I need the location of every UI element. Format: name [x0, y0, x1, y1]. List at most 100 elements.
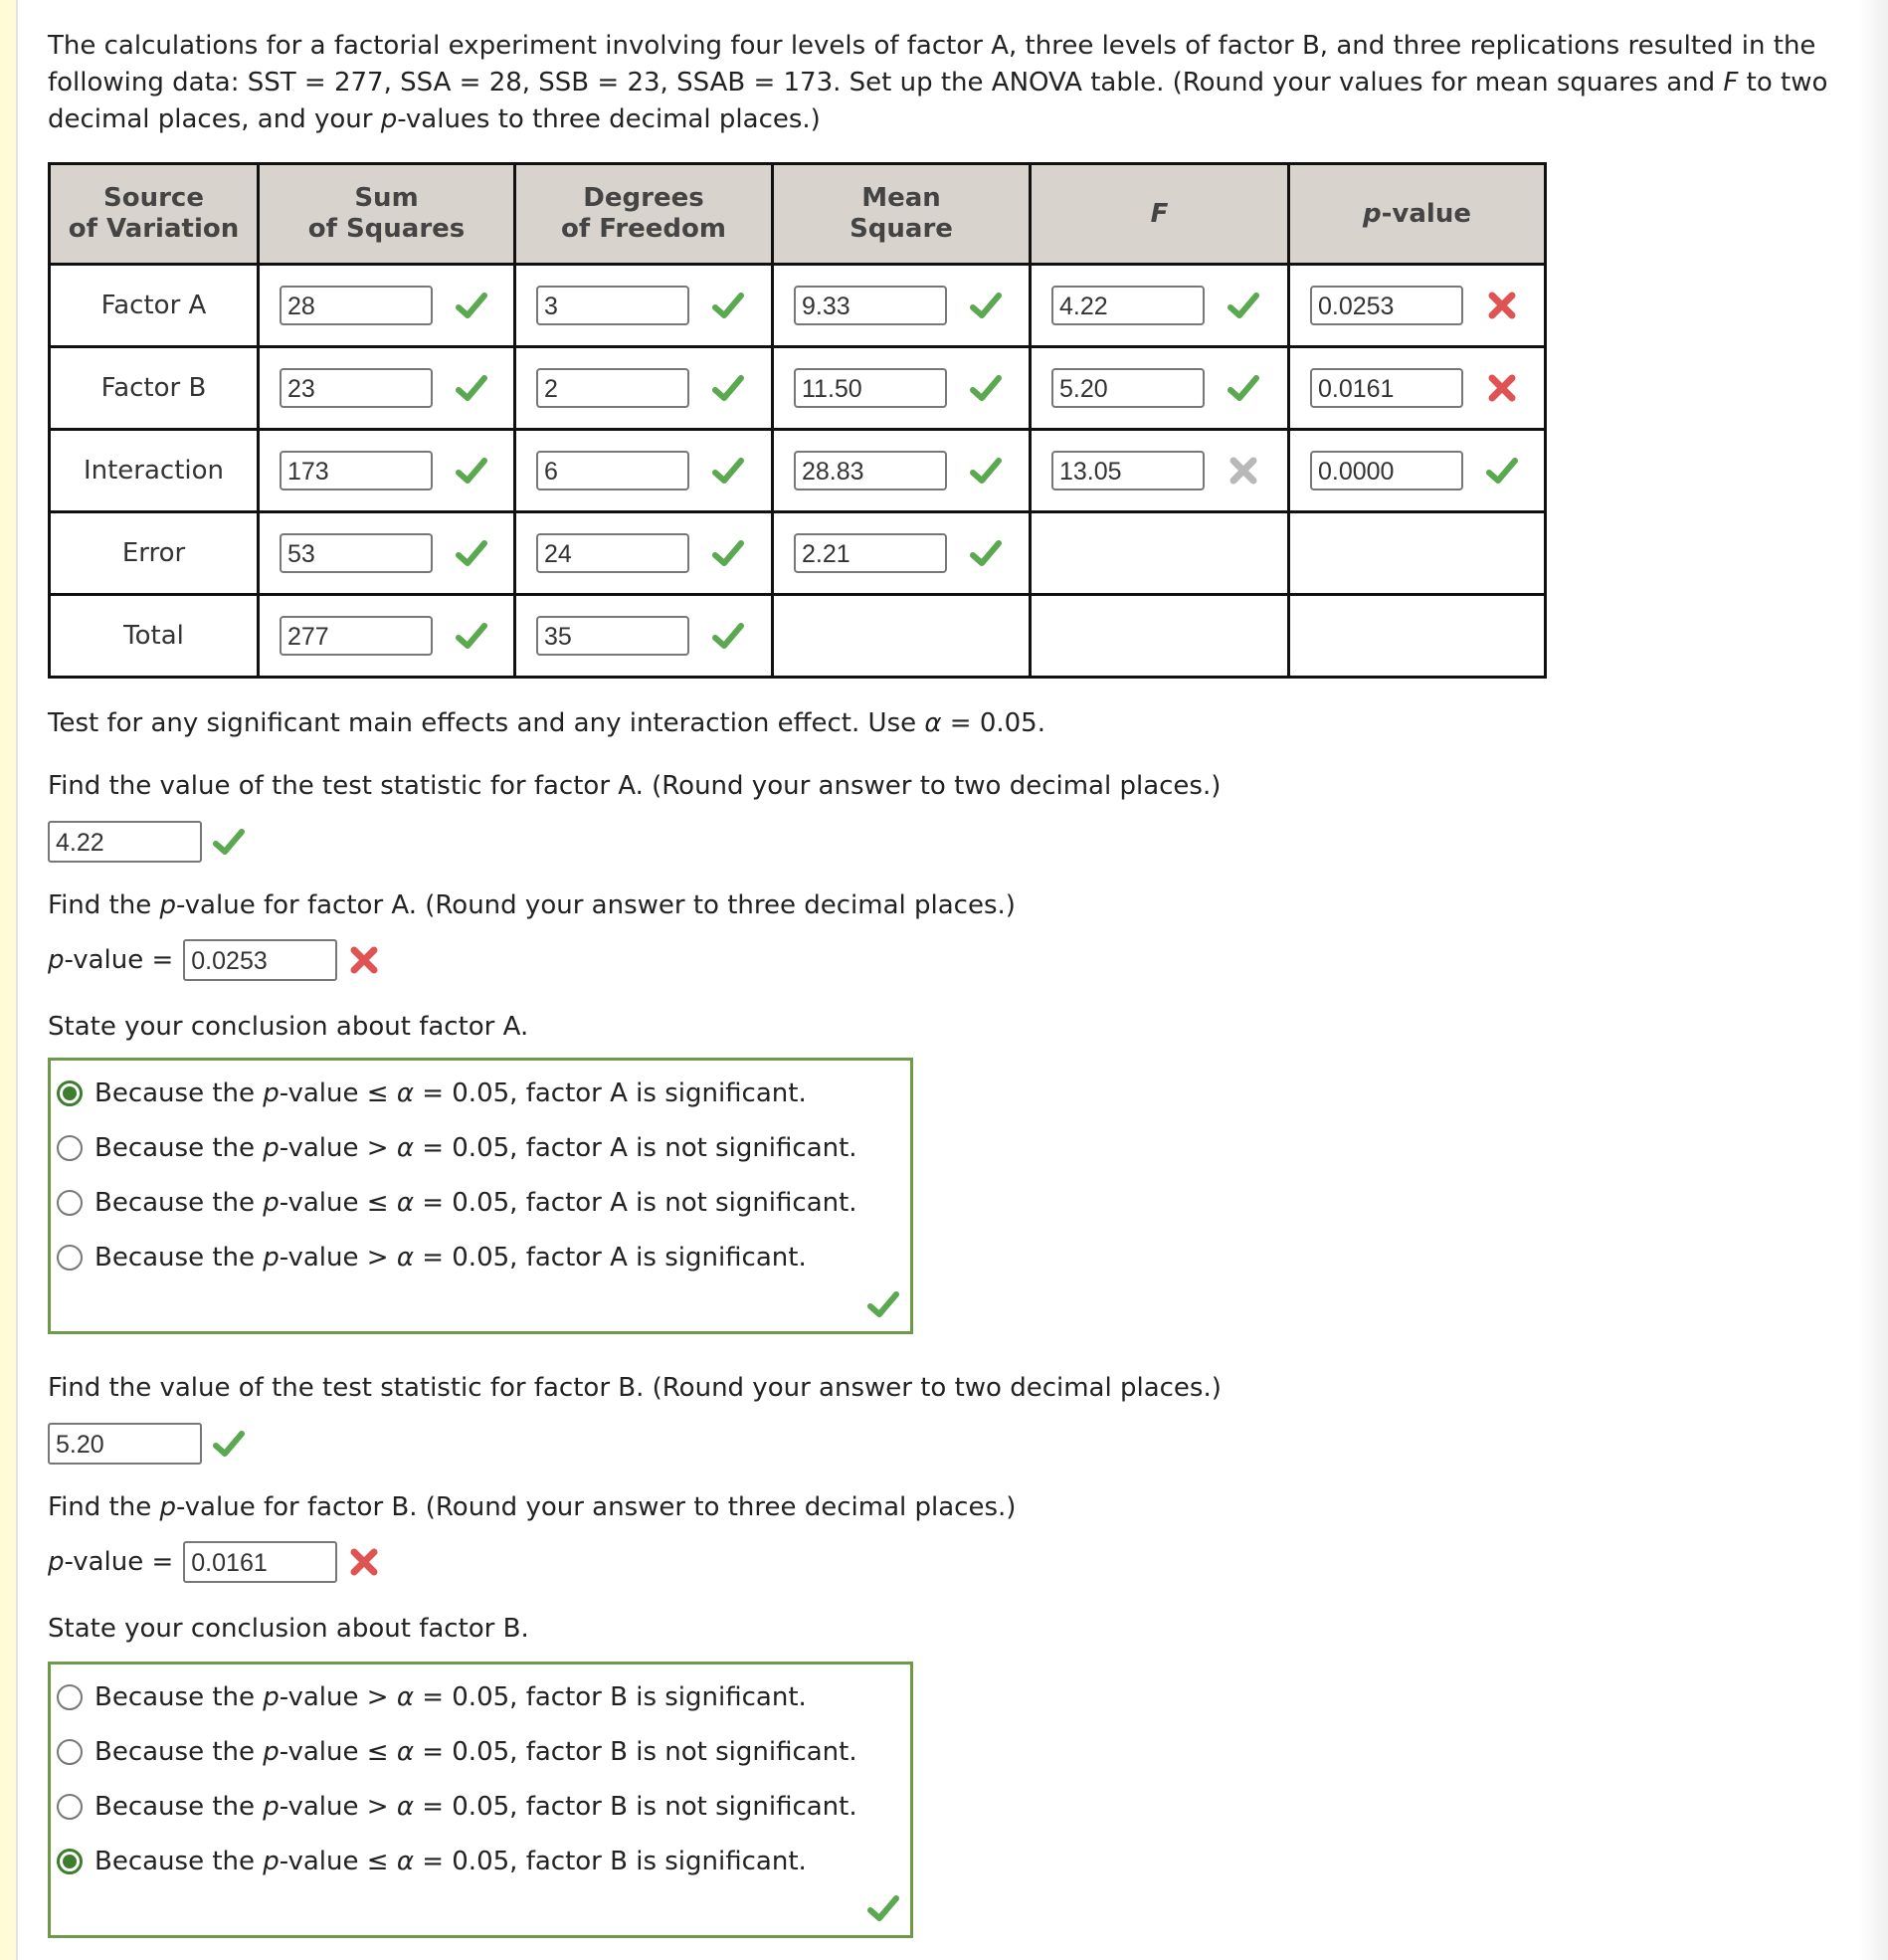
radio-unselected[interactable]	[57, 1190, 83, 1216]
correct-check-icon	[866, 1287, 900, 1321]
source-label: Error	[48, 510, 260, 596]
p-value-input[interactable]: 0.0253	[1310, 286, 1463, 325]
p-value-label: p-value =	[48, 1547, 174, 1577]
test-instruction: Test for any significant main effects an…	[48, 708, 1045, 738]
degrees-of-freedom-cell: 3	[513, 263, 774, 348]
degrees-of-freedom-cell: 35	[513, 593, 774, 679]
mean-square-cell: 9.33	[771, 263, 1032, 348]
radio-selected[interactable]	[57, 1080, 83, 1106]
factor-a-p-question: Find the p-value for factor A. (Round yo…	[48, 890, 1016, 920]
header-f: F	[1029, 162, 1290, 266]
radio-unselected[interactable]	[57, 1794, 83, 1820]
intro-line-2b: to two	[1738, 68, 1828, 98]
mean-square-input[interactable]: 11.50	[794, 368, 947, 408]
mean-square-cell	[771, 593, 1032, 679]
f-statistic-cell: 4.22	[1029, 263, 1290, 348]
factor-a-p-answer: p-value = 0.0253	[48, 939, 381, 981]
mean-square-input[interactable]: 2.21	[794, 533, 947, 573]
choice-option[interactable]: Because the p-value ≤ α = 0.05, factor B…	[57, 1737, 857, 1767]
correct-check-icon	[455, 536, 488, 570]
mean-square-input[interactable]: 9.33	[794, 286, 947, 325]
mean-square-cell: 2.21	[771, 510, 1032, 596]
p-value-input[interactable]: 0.0000	[1310, 451, 1463, 490]
correct-check-icon	[455, 454, 488, 488]
correct-check-icon	[969, 536, 1003, 570]
factor-a-conclusion-prompt: State your conclusion about factor A.	[48, 1012, 529, 1042]
factor-b-stat-input[interactable]: 5.20	[48, 1423, 202, 1465]
mean-square-cell: 11.50	[771, 345, 1032, 431]
p-value-cell	[1287, 510, 1547, 596]
intro-line-2a: following data: SST = 277, SSA = 28, SSB…	[48, 68, 1724, 98]
sum-of-squares-input[interactable]: 28	[280, 286, 433, 325]
factor-b-conclusion-prompt: State your conclusion about factor B.	[48, 1614, 529, 1644]
header-p-value: p-value	[1287, 162, 1547, 266]
incorrect-x-icon	[347, 1545, 381, 1579]
header-degrees-of-freedom: Degrees of Freedom	[513, 162, 774, 266]
choice-label: Because the p-value > α = 0.05, factor A…	[94, 1243, 807, 1273]
anova-header-row: Source of Variation Sum of Squares Degrees…	[48, 162, 1547, 266]
factor-a-choice-group: Because the p-value ≤ α = 0.05, factor A…	[48, 1058, 913, 1334]
choice-label: Because the p-value ≤ α = 0.05, factor A…	[94, 1188, 857, 1218]
intro-line-1: The calculations for a factorial experim…	[48, 31, 1816, 61]
correct-check-icon	[212, 825, 246, 859]
sum-of-squares-cell: 173	[257, 428, 516, 513]
f-statistic-cell	[1029, 510, 1290, 596]
f-statistic-input[interactable]: 5.20	[1051, 368, 1205, 408]
degrees-of-freedom-cell: 2	[513, 345, 774, 431]
table-row: Factor B 23 2 11.50 5.20 0.0161	[48, 345, 1547, 431]
degrees-of-freedom-input[interactable]: 35	[536, 616, 689, 656]
choice-option[interactable]: Because the p-value ≤ α = 0.05, factor A…	[57, 1078, 807, 1108]
radio-unselected[interactable]	[57, 1135, 83, 1161]
choice-option[interactable]: Because the p-value > α = 0.05, factor A…	[57, 1133, 857, 1163]
factor-a-stat-question: Find the value of the test statistic for…	[48, 771, 1222, 801]
sum-of-squares-input[interactable]: 23	[280, 368, 433, 408]
sum-of-squares-cell: 28	[257, 263, 516, 348]
factor-a-stat-answer: 4.22	[48, 821, 246, 863]
incorrect-x-icon	[1485, 289, 1519, 322]
choice-label: Because the p-value ≤ α = 0.05, factor B…	[94, 1737, 857, 1767]
factor-b-choice-group: Because the p-value > α = 0.05, factor B…	[48, 1662, 913, 1938]
choice-option[interactable]: Because the p-value > α = 0.05, factor A…	[57, 1243, 807, 1273]
p-symbol: p	[380, 104, 398, 134]
choice-option[interactable]: Because the p-value > α = 0.05, factor B…	[57, 1792, 857, 1822]
mean-square-cell: 28.83	[771, 428, 1032, 513]
degrees-of-freedom-input[interactable]: 2	[536, 368, 689, 408]
radio-unselected[interactable]	[57, 1684, 83, 1710]
correct-check-icon	[455, 619, 488, 653]
choice-label: Because the p-value > α = 0.05, factor B…	[94, 1682, 807, 1712]
degrees-of-freedom-input[interactable]: 6	[536, 451, 689, 490]
mean-square-input[interactable]: 28.83	[794, 451, 947, 490]
sum-of-squares-input[interactable]: 53	[280, 533, 433, 573]
correct-check-icon	[711, 371, 745, 405]
choice-option[interactable]: Because the p-value > α = 0.05, factor B…	[57, 1682, 807, 1712]
radio-unselected[interactable]	[57, 1245, 83, 1271]
p-value-label: p-value =	[48, 945, 174, 975]
f-statistic-input[interactable]: 13.05	[1051, 451, 1205, 490]
choice-option[interactable]: Because the p-value ≤ α = 0.05, factor A…	[57, 1188, 857, 1218]
factor-b-p-answer: p-value = 0.0161	[48, 1541, 381, 1583]
factor-a-stat-input[interactable]: 4.22	[48, 821, 202, 863]
table-row: Interaction 173 6 28.83 13.05 0.0000	[48, 428, 1547, 513]
sum-of-squares-input[interactable]: 173	[280, 451, 433, 490]
sum-of-squares-input[interactable]: 277	[280, 616, 433, 656]
correct-check-icon	[1485, 454, 1519, 488]
degrees-of-freedom-input[interactable]: 24	[536, 533, 689, 573]
p-value-input[interactable]: 0.0161	[1310, 368, 1463, 408]
header-source: Source of Variation	[48, 162, 260, 266]
sum-of-squares-cell: 277	[257, 593, 516, 679]
correct-check-icon	[1227, 289, 1260, 322]
radio-selected[interactable]	[57, 1849, 83, 1874]
p-value-cell: 0.0000	[1287, 428, 1547, 513]
degrees-of-freedom-cell: 6	[513, 428, 774, 513]
choice-label: Because the p-value > α = 0.05, factor B…	[94, 1792, 857, 1822]
degrees-of-freedom-input[interactable]: 3	[536, 286, 689, 325]
f-statistic-input[interactable]: 4.22	[1051, 286, 1205, 325]
factor-b-p-input[interactable]: 0.0161	[183, 1541, 338, 1583]
correct-check-icon	[866, 1891, 900, 1925]
radio-unselected[interactable]	[57, 1739, 83, 1765]
factor-a-p-input[interactable]: 0.0253	[183, 939, 338, 981]
correct-check-icon	[1227, 371, 1260, 405]
p-value-cell: 0.0253	[1287, 263, 1547, 348]
correct-check-icon	[455, 371, 488, 405]
choice-option[interactable]: Because the p-value ≤ α = 0.05, factor B…	[57, 1847, 807, 1876]
